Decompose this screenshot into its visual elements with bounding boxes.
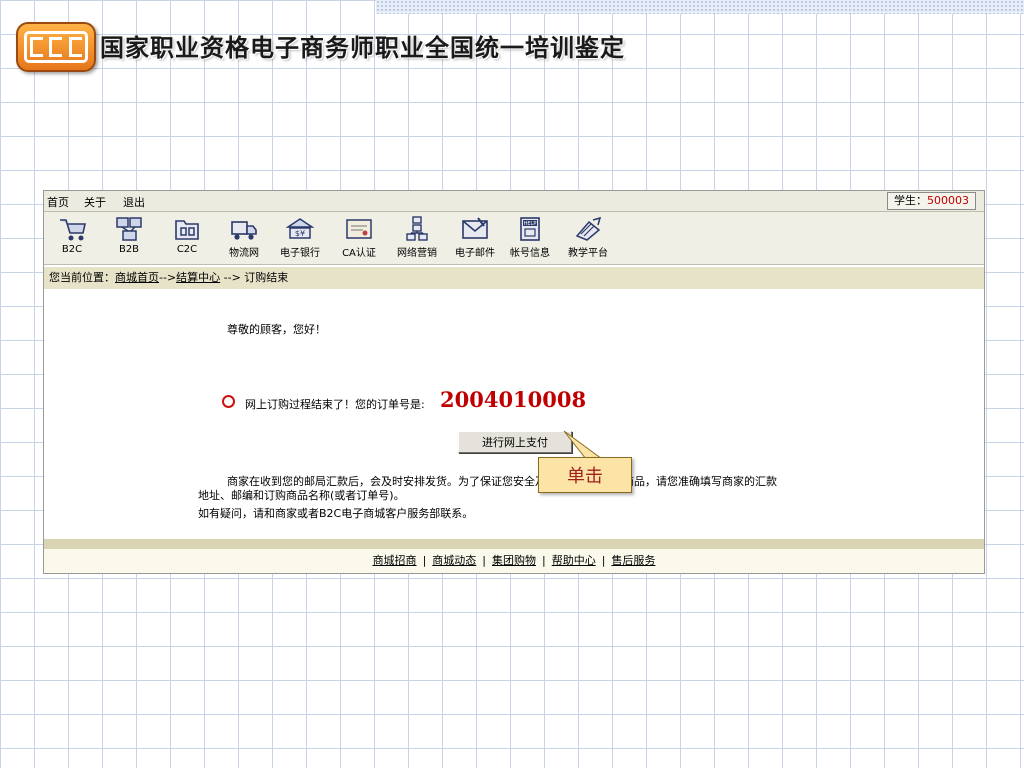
svg-text:HELP: HELP: [524, 221, 537, 227]
student-badge: 学生：500003: [887, 192, 976, 210]
certificate-icon: [346, 219, 372, 239]
tool-label-b2c: B2C: [61, 244, 83, 255]
svg-text:$¥: $¥: [295, 229, 305, 238]
footer-divider: [44, 539, 984, 549]
shopping-cart-icon: [60, 219, 86, 241]
tool-ebank[interactable]: $¥ 电子银行: [277, 216, 323, 259]
menu-logout[interactable]: 退出: [123, 194, 145, 210]
breadcrumb-separator: -->: [159, 271, 177, 284]
page-title: 国家职业资格电子商务师职业全国统一培训鉴定: [100, 34, 625, 62]
order-complete-panel: 尊敬的顾客，您好！ 网上订购过程结束了！您的订单号是: 2004010008 进…: [44, 289, 984, 539]
footer-separator: |: [542, 554, 546, 567]
breadcrumb-checkout-link[interactable]: 结算中心: [176, 271, 220, 284]
click-callout: 单击: [538, 457, 632, 493]
menubar: 首页 关于 退出 学生：500003: [44, 191, 984, 212]
tool-label-c2c: C2C: [176, 244, 198, 255]
footer-separator: |: [601, 554, 606, 567]
tool-b2b[interactable]: B2B: [106, 216, 152, 255]
top-pattern-band: [376, 0, 1024, 14]
tool-label-marketing: 网络营销: [397, 248, 437, 259]
tool-teaching[interactable]: 教学平台: [565, 216, 611, 259]
tool-marketing[interactable]: 网络营销: [394, 216, 440, 259]
order-number: 2004010008: [440, 387, 587, 412]
folder-icon: [175, 220, 199, 240]
tool-c2c[interactable]: C2C: [164, 216, 210, 255]
footer-link-after-sales[interactable]: 售后服务: [611, 554, 655, 567]
tool-label-b2b: B2B: [118, 244, 140, 255]
teaching-icon: [575, 216, 602, 241]
toolbar: B2C B2B C2C 物流网 $¥ 电子银行 CA认证 网络营销 电子邮件 H…: [44, 212, 984, 265]
tool-label-account: 帐号信息: [510, 248, 550, 259]
breadcrumb-home-link[interactable]: 商城首页: [115, 271, 159, 284]
footer-link-help[interactable]: 帮助中心: [552, 554, 596, 567]
menu-home[interactable]: 首页: [47, 194, 69, 210]
breadcrumb: 您当前位置：商城首页-->结算中心 --> 订购结束: [44, 267, 984, 289]
tool-label-logistics: 物流网: [229, 248, 259, 259]
tool-label-teaching: 教学平台: [568, 248, 608, 259]
tool-b2c[interactable]: B2C: [49, 216, 95, 255]
shipping-info-text-2: 地址、邮编和订购商品名称(或者订单号)。: [198, 489, 405, 502]
org-chart-icon: [406, 216, 428, 241]
help-book-icon: HELP: [520, 217, 540, 241]
tool-logistics[interactable]: 物流网: [221, 216, 267, 259]
footer-link-group-buy[interactable]: 集团购物: [492, 554, 536, 567]
student-label: 学生：: [894, 194, 927, 207]
tool-account[interactable]: HELP 帐号信息: [507, 216, 553, 259]
greeting-text: 尊敬的顾客，您好！: [227, 323, 326, 336]
menu-about[interactable]: 关于: [84, 194, 106, 210]
student-id: 500003: [927, 194, 969, 207]
footer-links: 商城招商 | 商城动态 | 集团购物 | 帮助中心 | 售后服务: [44, 549, 984, 573]
footer-separator: |: [422, 554, 427, 567]
circle-bullet-icon: [222, 395, 235, 408]
elp-logo-icon: [16, 22, 96, 72]
tool-label-ca: CA认证: [342, 248, 376, 259]
mail-icon: [462, 217, 488, 239]
breadcrumb-prefix: 您当前位置：: [49, 271, 115, 284]
footer-link-news[interactable]: 商城动态: [432, 554, 476, 567]
tool-label-ebank: 电子银行: [280, 248, 320, 259]
app-window: 首页 关于 退出 学生：500003 B2C B2B C2C 物流网 $¥ 电子…: [43, 190, 985, 574]
tool-email[interactable]: 电子邮件: [452, 216, 498, 259]
truck-icon: [231, 221, 257, 240]
tool-label-email: 电子邮件: [455, 248, 495, 259]
breadcrumb-current: 订购结束: [240, 271, 289, 284]
contact-info-text: 如有疑问，请和商家或者B2C电子商城客户服务部联系。: [198, 507, 474, 520]
breadcrumb-separator: -->: [220, 271, 241, 284]
order-complete-text: 网上订购过程结束了！您的订单号是:: [245, 398, 425, 411]
tool-ca[interactable]: CA认证: [336, 216, 382, 259]
bank-icon: $¥: [285, 218, 315, 239]
footer-link-merchant[interactable]: 商城招商: [373, 554, 417, 567]
footer-separator: |: [482, 554, 486, 567]
online-payment-button[interactable]: 进行网上支付: [458, 431, 572, 453]
network-icon: [116, 217, 142, 241]
